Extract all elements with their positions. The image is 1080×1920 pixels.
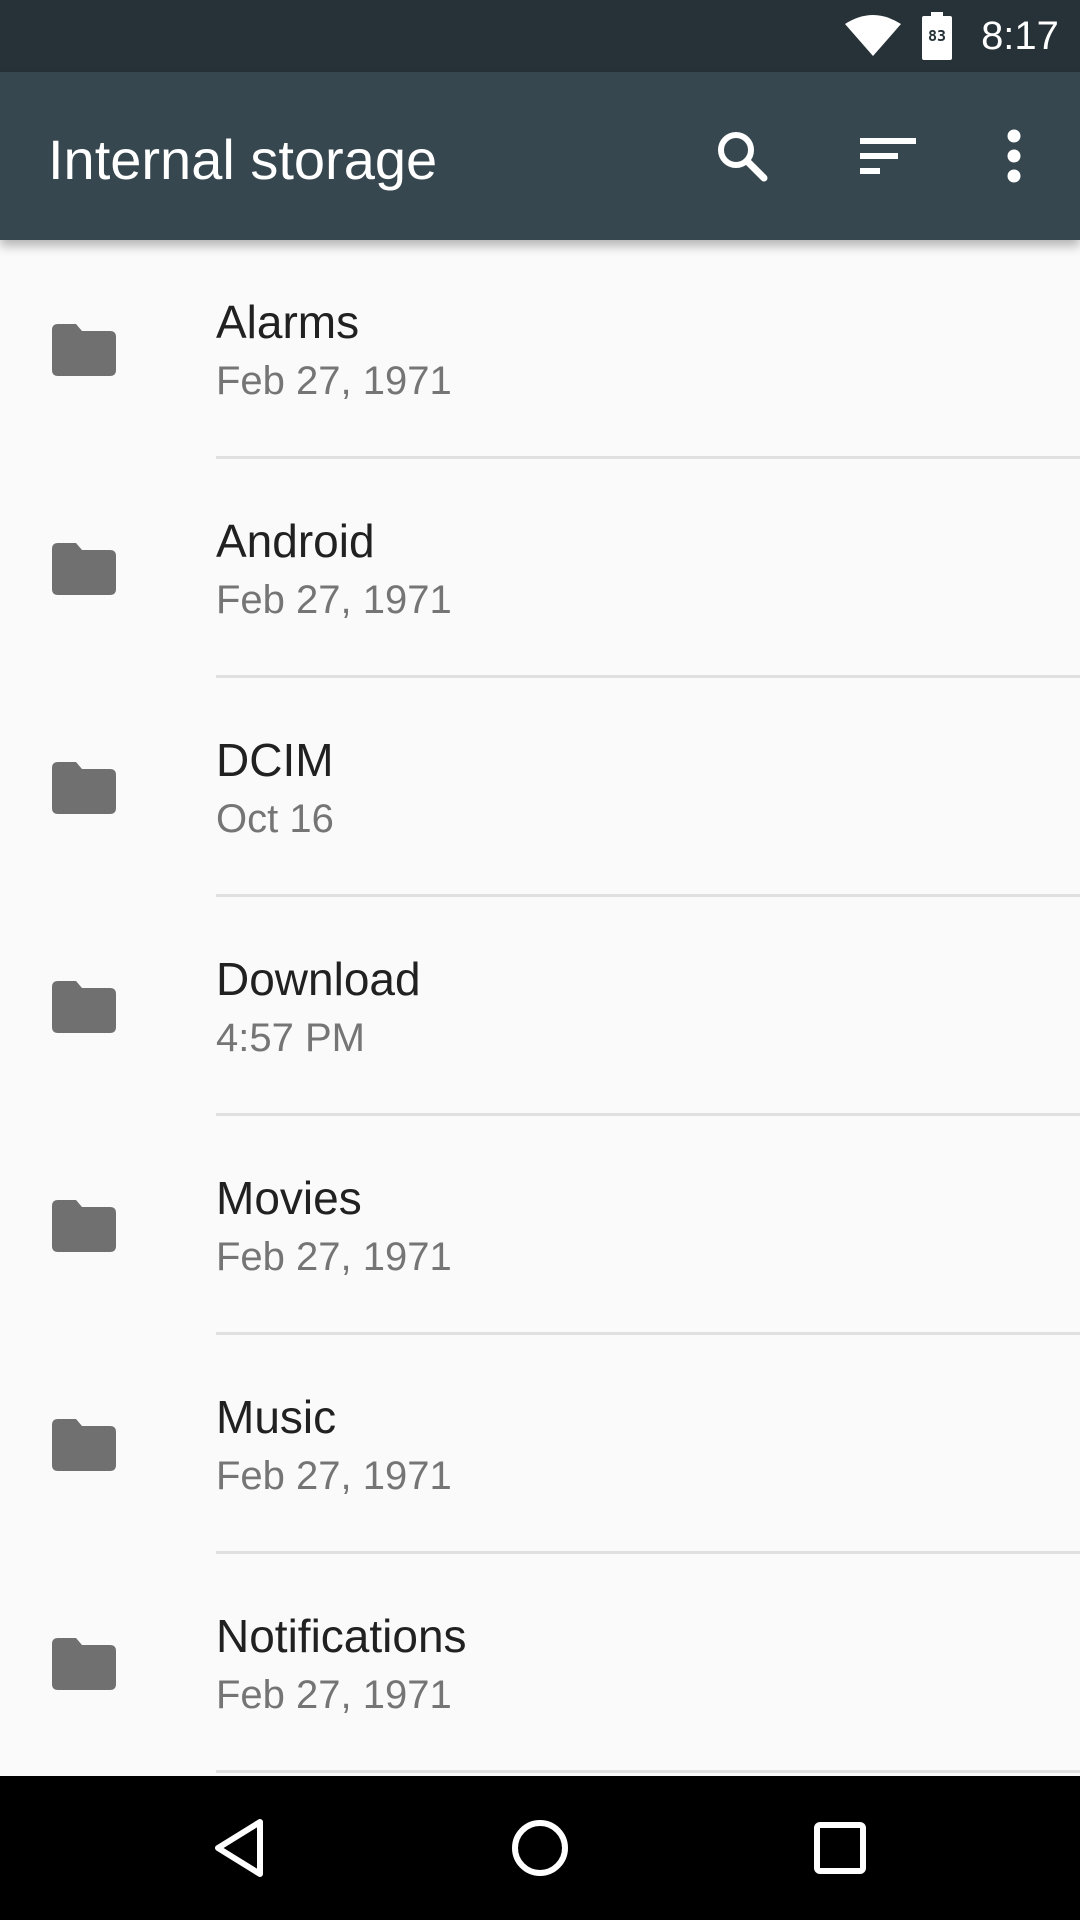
recents-button[interactable] [780,1800,900,1896]
back-button[interactable] [180,1800,300,1896]
file-date: Feb 27, 1971 [216,1235,452,1279]
file-name: Notifications [216,1610,467,1662]
folder-icon [52,1638,116,1690]
more-vert-icon [1007,129,1021,183]
folder-icon [52,543,116,595]
file-name: DCIM [216,734,334,786]
status-clock: 8:17 [981,14,1059,58]
list-item-music[interactable]: Music Feb 27, 1971 [0,1335,1080,1554]
folder-icon [52,324,116,376]
divider [216,1770,1080,1773]
file-date: Feb 27, 1971 [216,578,452,622]
sort-icon [860,138,916,174]
search-button[interactable] [700,114,784,198]
list-item-alarms[interactable]: Alarms Feb 27, 1971 [0,240,1080,459]
list-item-dcim[interactable]: DCIM Oct 16 [0,678,1080,897]
battery-level: 83 [927,27,947,45]
status-bar: 83 8:17 [0,0,1080,72]
list-item-download[interactable]: Download 4:57 PM [0,897,1080,1116]
app-bar: Internal storage [0,72,1080,240]
file-name: Download [216,953,421,1005]
file-name: Alarms [216,296,360,348]
sort-button[interactable] [846,114,930,198]
more-options-button[interactable] [972,114,1056,198]
folder-icon [52,1419,116,1471]
file-name: Movies [216,1172,362,1224]
home-icon [512,1820,568,1876]
file-name: Music [216,1391,337,1443]
back-icon [215,1819,263,1877]
folder-icon [52,1200,116,1252]
navigation-bar [0,1776,1080,1920]
file-list: Alarms Feb 27, 1971 Android Feb 27, 1971… [0,240,1080,1776]
recents-icon [814,1822,866,1874]
home-button[interactable] [480,1800,600,1896]
folder-icon [52,762,116,814]
file-date: 4:57 PM [216,1016,365,1060]
file-date: Feb 27, 1971 [216,1454,452,1498]
wifi-icon [845,15,901,56]
file-date: Feb 27, 1971 [216,359,452,403]
list-item-android[interactable]: Android Feb 27, 1971 [0,459,1080,678]
screen: 83 8:17 Internal storage Alarms Feb 27, … [0,0,1080,1920]
page-title: Internal storage [48,128,438,191]
list-item-movies[interactable]: Movies Feb 27, 1971 [0,1116,1080,1335]
file-date: Oct 16 [216,797,334,841]
list-item-notifications[interactable]: Notifications Feb 27, 1971 [0,1554,1080,1773]
file-name: Android [216,515,375,567]
file-date: Feb 27, 1971 [216,1673,452,1717]
folder-icon [52,981,116,1033]
search-icon [718,132,768,182]
